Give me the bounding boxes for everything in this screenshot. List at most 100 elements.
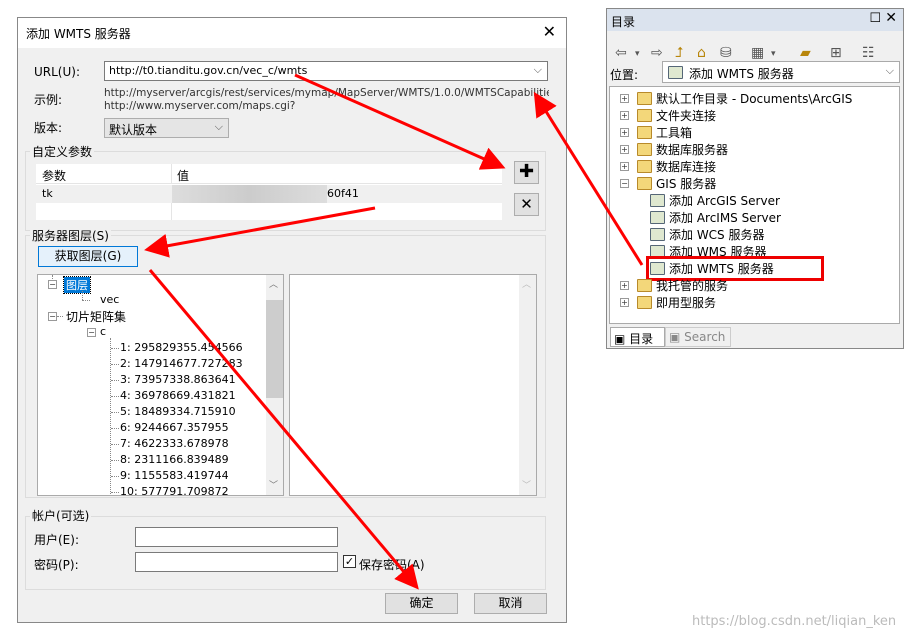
catalog-item[interactable]: 添加 WCS 服务器 [650,226,765,243]
x-icon: ✕ [520,195,533,213]
maximize-icon[interactable]: ☐ [869,11,881,26]
search-tab-icon: ▣ [669,330,681,344]
catalog-item-label: 工具箱 [656,126,693,140]
tab-label: Search [684,330,726,344]
folder-icon [637,296,652,309]
expand-icon[interactable]: + [620,111,629,120]
tree-node-level[interactable]: 1: 295829355.454566 [120,341,243,354]
param-cell[interactable]: tk [42,187,53,200]
new-folder-icon[interactable]: ▰ [800,45,811,61]
dropdown-icon[interactable]: ▾ [635,49,640,59]
scroll-thumb[interactable] [266,300,283,398]
folder-icon [637,126,652,139]
tree-scrollbar[interactable]: ︿ ﹀ [266,275,283,495]
collapse-icon[interactable]: − [87,328,96,337]
tree-node-level[interactable]: 4: 36978669.431821 [120,389,236,402]
collapse-icon[interactable]: − [48,312,57,321]
expand-icon[interactable]: + [620,281,629,290]
tab-catalog[interactable]: ▣ 目录 [610,327,665,347]
expand-icon[interactable]: + [620,145,629,154]
tree-node-matrix-sets[interactable]: 切片矩阵集 [66,308,126,325]
tree-node-level[interactable]: 5: 18489334.715910 [120,405,236,418]
catalog-item[interactable]: + 工具箱 [620,124,692,141]
tree-node-level[interactable]: 2: 147914677.727283 [120,357,243,370]
forward-icon[interactable]: ⇨ [651,45,663,61]
layers-tree[interactable]: − 图层 vec − 切片矩阵集 − c 1: 295829355.454566… [37,274,284,496]
catalog-window: 目录 ☐ ✕ ⇦ ▾ ⇨ ⮥ ⌂ ⛁ ▦ ▾ ▰ ⊞ ☷ 位置: 添加 WMTS… [606,8,904,349]
tree-node-level[interactable]: 3: 73957338.863641 [120,373,236,386]
home-icon[interactable]: ⌂ [697,45,706,61]
catalog-item[interactable]: − GIS 服务器 [620,175,716,192]
value-cell[interactable]: 60f41 [327,187,359,200]
tree-node-layers[interactable]: 图层 [63,276,91,294]
version-select[interactable]: 默认版本 ⌵ [104,118,229,138]
catalog-item[interactable]: + 数据库连接 [620,158,716,175]
connect-icon[interactable]: ⛁ [720,45,732,61]
get-layers-button[interactable]: 获取图层(G) [38,246,138,267]
catalog-item[interactable]: 添加 ArcIMS Server [650,209,781,226]
tree-node-level[interactable]: 8: 2311166.839489 [120,453,229,466]
expand-icon[interactable]: + [620,162,629,171]
add-server-icon [650,211,665,224]
catalog-item[interactable]: + 文件夹连接 [620,107,716,124]
location-select[interactable]: 添加 WMTS 服务器 ⌵ [662,61,900,83]
close-icon[interactable]: ✕ [543,22,556,41]
catalog-item-label: 添加 ArcGIS Server [669,194,780,208]
tab-search[interactable]: ▣ Search [665,327,731,347]
save-password-label[interactable]: 保存密码(A) [359,556,425,573]
details-scrollbar[interactable]: ︿ ﹀ [519,275,536,495]
url-value: http://t0.tianditu.gov.cn/vec_c/wmts [109,64,308,77]
tree-node-level[interactable]: 6: 9244667.357955 [120,421,229,434]
view-icon[interactable]: ▦ [751,45,764,61]
up-folder-icon[interactable]: ⮥ [675,45,683,61]
tab-label: 目录 [629,332,654,346]
tree-node-matrix-set[interactable]: c [100,325,106,338]
url-input[interactable]: http://t0.tianditu.gov.cn/vec_c/wmts ⌵ [104,61,548,81]
expand-icon[interactable]: + [620,128,629,137]
save-password-checkbox[interactable]: ✓ [343,555,356,568]
location-label: 位置: [610,68,639,82]
version-label: 版本: [34,121,63,135]
folder-icon [637,92,652,105]
expand-icon[interactable]: + [620,298,629,307]
catalog-item[interactable]: + 数据库服务器 [620,141,728,158]
scroll-down-icon[interactable]: ﹀ [522,478,531,491]
collapse-icon[interactable]: − [48,280,57,289]
add-wmts-dialog: 添加 WMTS 服务器 ✕ URL(U): http://t0.tianditu… [17,17,567,623]
cancel-button[interactable]: 取消 [474,593,547,614]
tree-node-level[interactable]: 7: 4622333.678978 [120,437,229,450]
table-row[interactable]: tk 60f41 [36,185,502,203]
scroll-up-icon[interactable]: ︿ [269,277,278,290]
tree-node-level[interactable]: 9: 1155583.419744 [120,469,229,482]
chevron-down-icon[interactable]: ⌵ [534,63,542,77]
close-icon[interactable]: ✕ [885,10,897,26]
catalog-item[interactable]: 添加 WMS 服务器 [650,243,766,260]
scroll-down-icon[interactable]: ﹀ [269,478,278,491]
add-param-button[interactable]: ✚ [514,161,539,184]
catalog-item[interactable]: + 即用型服务 [620,294,716,311]
details-icon[interactable]: ☷ [862,45,875,61]
dropdown-icon[interactable]: ▾ [771,49,776,59]
catalog-item[interactable]: + 默认工作目录 - Documents\ArcGIS [620,90,852,107]
tree-node-level[interactable]: 10: 577791.709872 [120,485,229,495]
catalog-item[interactable]: 添加 ArcGIS Server [650,192,780,209]
scroll-up-icon[interactable]: ︿ [522,277,531,290]
back-icon[interactable]: ⇦ [615,45,627,61]
delete-param-button[interactable]: ✕ [514,193,539,216]
catalog-item[interactable]: 添加 WMTS 服务器 [646,256,824,281]
catalog-tree: + 默认工作目录 - Documents\ArcGIS + 文件夹连接 + 工具箱 + 数据库… [609,86,900,324]
collapse-icon[interactable]: − [620,179,629,188]
tree-node-layer[interactable]: vec [100,293,119,306]
plus-icon: ✚ [518,161,535,182]
tree-view-icon[interactable]: ⊞ [830,45,842,61]
column-header-value[interactable]: 值 [171,164,194,184]
user-input[interactable] [135,527,338,547]
column-header-param[interactable]: 参数 [42,167,66,184]
password-input[interactable] [135,552,338,572]
chevron-down-icon[interactable]: ⌵ [886,64,894,78]
expand-icon[interactable]: + [620,94,629,103]
example-line: http://myserver/arcgis/rest/services/mym… [104,87,549,99]
catalog-item[interactable]: + 我托管的服务 [620,277,728,294]
ok-button[interactable]: 确定 [385,593,458,614]
chevron-down-icon: ⌵ [214,120,223,133]
